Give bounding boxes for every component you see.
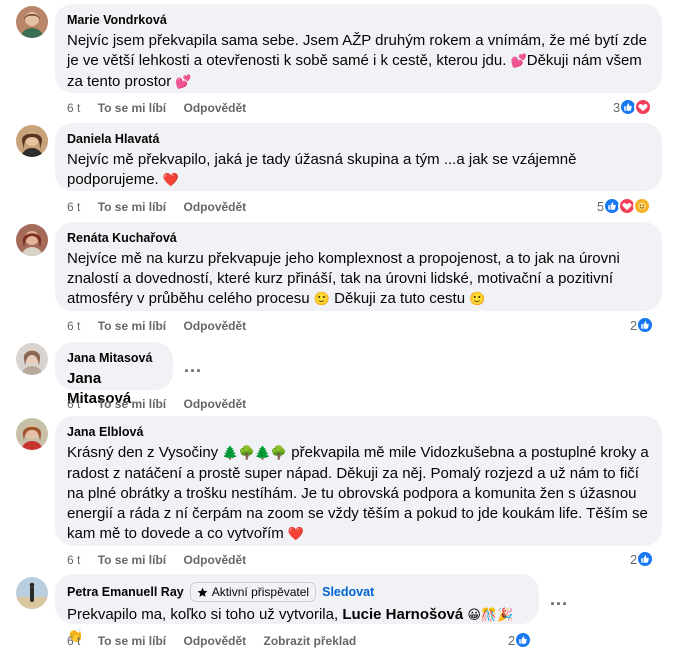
reactions-summary[interactable]: 2 — [630, 316, 655, 334]
two-hearts-emoji: 💕 — [510, 54, 527, 69]
avatar[interactable] — [16, 343, 48, 375]
comment-time[interactable]: 6 t — [67, 200, 80, 214]
like-reaction-icon — [514, 631, 533, 649]
red-heart-emoji: ❤️ — [287, 527, 305, 542]
comment-author[interactable]: Daniela Hlavatá — [67, 131, 650, 147]
top-contributor-badge[interactable]: Aktivní přispěvatel — [189, 582, 317, 602]
smile-emoji: 🙂 — [313, 292, 330, 307]
avatar[interactable] — [16, 125, 48, 157]
like-reaction-icon — [636, 316, 655, 334]
reply-button[interactable]: Odpovědět — [184, 397, 247, 411]
like-button[interactable]: To se mi líbí — [98, 200, 166, 214]
comment-actions: 6 t To se mi líbí Odpovědět — [67, 553, 246, 567]
comment-author[interactable]: Renáta Kuchařová — [67, 230, 650, 246]
comment-text: Nejvíc jsem překvapila sama sebe. Jsem A… — [67, 32, 647, 90]
comment-bubble: Jana Elblová Krásný den z Vysočiny 🌲🌳🌲🌳 … — [55, 416, 662, 546]
reactions-summary[interactable]: 2 — [508, 631, 533, 649]
comment-bubble: Jana Mitasová Jana Mitasová — [55, 342, 173, 407]
comment-bubble: Marie Vondrková Nejvíc jsem překvapila s… — [55, 4, 662, 93]
comment-bubble: Petra Emanuell Ray Aktivní přispěvatel S… — [55, 574, 539, 644]
avatar[interactable] — [16, 6, 48, 38]
reactions-summary[interactable]: 2 — [630, 550, 655, 568]
like-button[interactable]: To se mi líbí — [98, 634, 166, 648]
comment-bubble: Renáta Kuchařová Nejvíce mě na kurzu pře… — [55, 222, 662, 311]
comment-time[interactable]: 6 t — [67, 319, 80, 333]
comment-actions: 6 t To se mi líbí Odpovědět — [67, 319, 246, 333]
avatar[interactable] — [16, 224, 48, 256]
love-reaction-icon — [634, 98, 653, 116]
smile-emoji: 🙂 — [469, 292, 486, 307]
two-hearts-emoji: 💕 — [175, 75, 192, 90]
like-button[interactable]: To se mi líbí — [98, 319, 166, 333]
avatar[interactable] — [16, 577, 48, 609]
more-options-button[interactable]: ... — [550, 589, 568, 610]
comment-text: Nejvíce mě na kurzu překvapuje jeho komp… — [67, 250, 620, 307]
reactions-summary[interactable]: 5 — [597, 197, 652, 215]
more-options-button[interactable]: ... — [184, 356, 202, 377]
reactions-summary[interactable]: 3 — [613, 98, 653, 116]
like-button[interactable]: To se mi líbí — [98, 101, 166, 115]
care-reaction-icon — [633, 197, 652, 215]
translate-button[interactable]: Zobrazit překlad — [264, 634, 357, 648]
comment-text: Krásný den z Vysočiny 🌲🌳🌲🌳 překvapila mě… — [67, 444, 649, 542]
reply-button[interactable]: Odpovědět — [184, 634, 247, 648]
comment-bubble: Daniela Hlavatá Nejvíc mě překvapilo, ja… — [55, 123, 662, 191]
red-heart-emoji: ❤️ — [162, 173, 180, 188]
comment-time[interactable]: 6 t — [67, 101, 80, 115]
comment-time[interactable]: 6 t — [67, 553, 80, 567]
trees-emoji: 🌲🌳🌲🌳 — [222, 446, 288, 461]
comment-actions: 6 t To se mi líbí Odpovědět — [67, 101, 246, 115]
star-icon — [197, 587, 208, 597]
comment-text: Nejvíc mě překvapilo, jaká je tady úžasn… — [67, 151, 577, 188]
reply-button[interactable]: Odpovědět — [184, 553, 247, 567]
reply-button[interactable]: Odpovědět — [184, 200, 247, 214]
like-button[interactable]: To se mi líbí — [98, 553, 166, 567]
comment-author: Petra Emanuell Ray Aktivní přispěvatel S… — [67, 582, 527, 602]
mention-link[interactable]: Lucie Harnošová — [342, 606, 463, 623]
author-name[interactable]: Petra Emanuell Ray — [67, 584, 184, 600]
comment-author[interactable]: Jana Mitasová — [67, 350, 161, 366]
reply-button[interactable]: Odpovědět — [184, 319, 247, 333]
comment-author[interactable]: Marie Vondrková — [67, 12, 650, 28]
comment-time[interactable]: 6 t — [67, 397, 80, 411]
like-reaction-icon — [636, 550, 655, 568]
follow-link[interactable]: Sledovat — [322, 584, 374, 600]
comment-actions: 6 t To se mi líbí Odpovědět Zobrazit pře… — [67, 634, 356, 648]
avatar[interactable] — [16, 418, 48, 450]
comment-actions: 6 t To se mi líbí Odpovědět — [67, 200, 246, 214]
reply-button[interactable]: Odpovědět — [184, 101, 247, 115]
comment-author[interactable]: Jana Elblová — [67, 424, 650, 440]
comment-time[interactable]: 6 t — [67, 634, 80, 648]
comment-actions: 6 t To se mi líbí Odpovědět — [67, 397, 246, 411]
like-button[interactable]: To se mi líbí — [98, 397, 166, 411]
